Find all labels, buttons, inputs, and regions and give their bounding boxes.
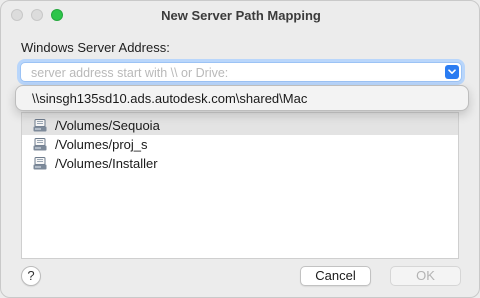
chevron-down-icon — [448, 69, 456, 74]
server-address-input[interactable] — [29, 64, 433, 82]
drive-icon — [33, 119, 47, 132]
ok-button[interactable]: OK — [390, 266, 461, 286]
volume-path: /Volumes/proj_s — [55, 137, 148, 152]
list-item[interactable]: /Volumes/Sequoia — [22, 116, 458, 135]
drive-icon — [33, 157, 47, 170]
suggestion-text: \\sinsgh135sd10.ads.autodesk.com\shared\… — [32, 91, 308, 106]
help-button[interactable]: ? — [21, 266, 41, 286]
server-address-combobox[interactable] — [20, 62, 462, 82]
dropdown-button[interactable] — [445, 65, 459, 79]
title-bar[interactable]: New Server Path Mapping — [1, 1, 479, 29]
volume-path: /Volumes/Sequoia — [55, 118, 160, 133]
window-title: New Server Path Mapping — [161, 8, 321, 23]
server-address-label: Windows Server Address: — [21, 40, 170, 55]
dialog-window: New Server Path Mapping Windows Server A… — [0, 0, 480, 298]
drive-icon — [33, 138, 47, 151]
volume-path: /Volumes/Installer — [55, 156, 158, 171]
list-item[interactable]: /Volumes/Installer — [22, 154, 458, 173]
cancel-button[interactable]: Cancel — [300, 266, 371, 286]
list-item[interactable]: /Volumes/proj_s — [22, 135, 458, 154]
volume-list[interactable]: /Volumes/Sequoia /Volumes/proj_s /Volume… — [21, 112, 459, 259]
autocomplete-suggestion[interactable]: \\sinsgh135sd10.ads.autodesk.com\shared\… — [15, 85, 469, 111]
